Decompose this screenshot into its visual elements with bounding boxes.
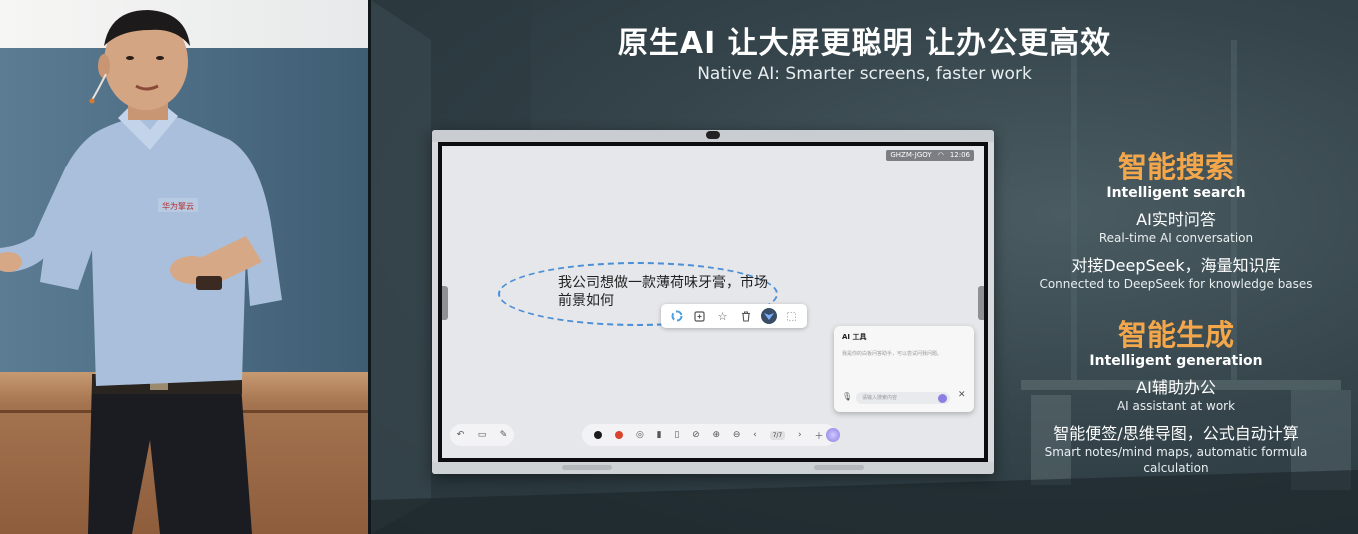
main-toolbar: ◎ ▮ ▯ ⊘ ⊕ ⊖ ‹ 7/7 › ＋ xyxy=(582,424,836,446)
speaker-grill-left xyxy=(562,465,612,470)
shirt-logo-text: 华为擎云 xyxy=(162,201,194,211)
speaker-grill-right xyxy=(814,465,864,470)
feature-heading-en: Intelligent search xyxy=(1106,185,1246,201)
speaker-video: 华为擎云 xyxy=(0,0,370,534)
left-side-handle[interactable] xyxy=(442,286,448,320)
feature-generation: 智能生成 Intelligent generation AI辅助办公 AI as… xyxy=(1011,318,1341,476)
network-name: GHZM-JGOY xyxy=(890,151,932,159)
black-pen-color[interactable] xyxy=(594,431,603,439)
feature-item-en: Real-time AI conversation xyxy=(1098,231,1254,245)
selection-toolbar: ☆ xyxy=(661,304,807,328)
right-side-handle[interactable] xyxy=(978,286,984,320)
close-icon[interactable]: ✕ xyxy=(958,390,966,400)
whiteboard-screen[interactable]: GHZM-JGOY ◠ 12:06 我公司想做一款薄荷味牙膏，市场前景如何 ☆ xyxy=(442,146,984,458)
ai-tools-panel: AI 工具 我是你的白板问答助手，可以尝试问我问题。 🎙 请输入搜索内容 ✕ xyxy=(834,326,974,412)
feature-item-cn: AI实时问答 xyxy=(1136,210,1216,229)
prev-page-icon[interactable]: ‹ xyxy=(753,430,757,440)
ai-panel-title: AI 工具 xyxy=(842,333,867,341)
zoom-out-icon[interactable]: ⊖ xyxy=(733,430,741,440)
feature-heading-cn: 智能生成 xyxy=(1117,318,1234,352)
mic-icon[interactable]: 🎙 xyxy=(842,392,852,401)
slide-title: 原生AI 让大屏更聪明 让办公更高效 xyxy=(617,26,1112,61)
feature-item-cn: 对接DeepSeek，海量知识库 xyxy=(1071,256,1281,275)
folder-icon[interactable]: ▭ xyxy=(478,430,487,440)
pen-icon[interactable]: ✎ xyxy=(500,430,508,440)
color-picker-icon[interactable]: ◎ xyxy=(636,430,644,440)
red-pen-color[interactable] xyxy=(615,431,624,439)
star-icon[interactable]: ☆ xyxy=(715,308,731,324)
feature-item-en: Connected to DeepSeek for knowledge base… xyxy=(1039,277,1313,291)
feature-heading-en: Intelligent generation xyxy=(1089,353,1263,369)
feature-list: 智能搜索 Intelligent search AI实时问答 Real-time… xyxy=(1011,150,1341,476)
feature-item-en: Smart notes/mind maps, automatic formula… xyxy=(1044,445,1308,475)
presentation-slide: 原生AI 让大屏更聪明 让办公更高效 Native AI: Smarter sc… xyxy=(371,0,1358,534)
check-icon[interactable]: ⊘ xyxy=(692,430,700,440)
ai-send-button[interactable] xyxy=(938,394,947,403)
status-bar: GHZM-JGOY ◠ 12:06 xyxy=(886,150,974,161)
undo-icon[interactable]: ↶ xyxy=(457,430,465,440)
camera-icon xyxy=(706,131,720,139)
ai-search-input[interactable]: 请输入搜索内容 xyxy=(856,392,950,404)
plus-icon[interactable]: ＋ xyxy=(814,429,823,442)
ai-assistant-icon[interactable] xyxy=(760,308,777,324)
speaker-figure: 华为擎云 xyxy=(0,10,282,534)
feature-search: 智能搜索 Intelligent search AI实时问答 Real-time… xyxy=(1011,150,1341,292)
clock: 12:06 xyxy=(949,151,970,159)
device-bottom-bezel xyxy=(432,462,994,474)
copy-icon[interactable] xyxy=(692,308,708,324)
slide-subtitle: Native AI: Smarter screens, faster work xyxy=(697,64,1032,84)
smart-whiteboard-device: GHZM-JGOY ◠ 12:06 我公司想做一款薄荷味牙膏，市场前景如何 ☆ xyxy=(432,130,994,474)
page-indicator: 7/7 xyxy=(769,430,786,440)
feature-item-cn: 智能便签/思维导图，公式自动计算 xyxy=(1053,424,1299,443)
wifi-icon: ◠ xyxy=(937,151,944,159)
feature-heading-cn: 智能搜索 xyxy=(1117,150,1234,184)
smart-ring-icon[interactable] xyxy=(669,308,685,324)
left-toolbar: ↶ ▭ ✎ xyxy=(450,424,514,446)
ai-orb-icon[interactable] xyxy=(826,428,840,442)
feature-item-cn: AI辅助办公 xyxy=(1136,378,1216,397)
eraser-icon[interactable]: ▯ xyxy=(674,430,679,440)
expand-icon[interactable] xyxy=(784,308,800,324)
trash-icon[interactable] xyxy=(738,308,754,324)
zoom-in-icon[interactable]: ⊕ xyxy=(712,430,720,440)
marker-icon[interactable]: ▮ xyxy=(657,430,662,440)
ai-panel-hint: 我是你的白板问答助手，可以尝试问我问题。 xyxy=(842,351,943,357)
feature-item-en: AI assistant at work xyxy=(1116,399,1236,413)
next-page-icon[interactable]: › xyxy=(798,430,802,440)
